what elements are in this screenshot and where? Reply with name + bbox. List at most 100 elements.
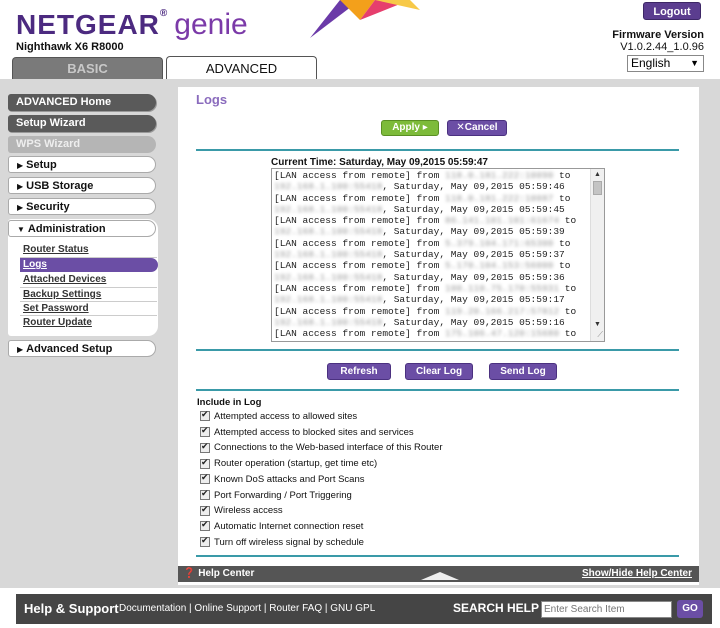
current-time: Current Time: Saturday, May 09,2015 05:5…: [271, 157, 488, 168]
log-suffix: to: [553, 192, 571, 204]
log-suffix: to: [553, 237, 571, 249]
checkbox[interactable]: [200, 441, 210, 453]
include-option[interactable]: Port Forwarding / Port Triggering: [200, 488, 352, 504]
sidebar-usb-storage[interactable]: ▶ USB Storage: [8, 177, 156, 194]
include-option[interactable]: Turn off wireless signal by schedule: [200, 535, 364, 551]
log-line: 192.168.1.100:55418, Saturday, May 09,20…: [274, 317, 590, 328]
link-gnu-gpl[interactable]: GNU GPL: [330, 603, 375, 614]
include-option[interactable]: Automatic Internet connection reset: [200, 519, 363, 535]
log-scrollbar[interactable]: ▲ ▼: [590, 169, 604, 341]
go-button[interactable]: GO: [677, 600, 703, 618]
cancel-button[interactable]: ✕Cancel: [447, 120, 507, 136]
checkbox[interactable]: [200, 488, 210, 500]
section-divider: [196, 389, 679, 391]
log-ip: 118.0.181.222:10087: [445, 192, 554, 204]
divider: [20, 287, 157, 288]
triangle-right-icon: ▶: [17, 182, 24, 191]
link-online-support[interactable]: Online Support: [194, 603, 261, 614]
log-ip: 175.106.47.120:15680: [445, 328, 560, 340]
log-line: [LAN access from remote] from 118.0.181.…: [274, 170, 590, 181]
sidebar-item-set-password[interactable]: Set Password: [23, 303, 89, 314]
include-option[interactable]: Wireless access: [200, 504, 283, 519]
show-hide-help-link[interactable]: Show/Hide Help Center: [582, 568, 692, 579]
send-log-button[interactable]: Send Log: [489, 363, 557, 380]
sidebar-administration[interactable]: ▼ Administration: [8, 220, 156, 237]
triangle-right-icon: ▶: [17, 345, 24, 354]
sidebar-advanced-home[interactable]: ADVANCED Home: [8, 94, 156, 111]
log-suffix: to: [559, 282, 577, 294]
log-suffix: , Saturday, May 09,2015 05:59:36: [382, 271, 565, 283]
help-toggle-arrow-icon[interactable]: [421, 572, 459, 580]
log-prefix: [LAN access from remote] from: [274, 170, 446, 181]
sidebar-wps-wizard[interactable]: WPS Wizard: [8, 136, 156, 153]
search-input[interactable]: [541, 601, 672, 618]
log-textarea[interactable]: [LAN access from remote] from 118.0.181.…: [271, 168, 605, 342]
log-ip: 100.110.75.170:55931: [445, 282, 560, 294]
log-line: 192.168.1.100:55418, Saturday, May 09,20…: [274, 204, 590, 215]
link-documentation[interactable]: Documentation: [119, 603, 186, 614]
apply-button[interactable]: Apply ▸: [381, 120, 439, 136]
refresh-button[interactable]: Refresh: [327, 363, 391, 380]
logout-button[interactable]: Logout: [643, 2, 701, 20]
sidebar-item-logs[interactable]: Logs: [23, 259, 47, 270]
router-model: Nighthawk X6 R8000: [16, 41, 124, 53]
include-option-label: Port Forwarding / Port Triggering: [214, 489, 352, 501]
log-line: [LAN access from remote] from 118.0.181.…: [274, 193, 590, 204]
sidebar-item-backup-settings[interactable]: Backup Settings: [23, 289, 101, 300]
include-option-label: Known DoS attacks and Port Scans: [214, 473, 365, 485]
log-suffix: , Saturday, May 09,2015 05:59:46: [382, 181, 565, 193]
log-suffix: to: [559, 305, 577, 317]
include-option[interactable]: Router operation (startup, get time etc): [200, 457, 377, 472]
log-prefix: [LAN access from remote] from: [274, 192, 446, 204]
log-line: [LAN access from remote] from 119.20.166…: [274, 306, 590, 317]
include-option[interactable]: Connections to the Web-based interface o…: [200, 441, 442, 456]
sidebar-item-router-status[interactable]: Router Status: [23, 244, 89, 255]
section-divider: [196, 555, 679, 557]
sidebar-usb-label: USB Storage: [26, 180, 94, 192]
log-line: 192.168.1.100:55418, Saturday, May 09,20…: [274, 294, 590, 305]
sidebar-item-router-update[interactable]: Router Update: [23, 317, 92, 328]
checkbox[interactable]: [200, 409, 210, 422]
checkbox[interactable]: [200, 472, 210, 485]
sidebar-security[interactable]: ▶ Security: [8, 198, 156, 215]
tab-basic[interactable]: BASIC: [12, 57, 163, 79]
sidebar-setup[interactable]: ▶ Setup: [8, 156, 156, 173]
search-help-label: SEARCH HELP: [453, 601, 540, 615]
brand-genie: genie: [174, 8, 248, 41]
link-router-faq[interactable]: Router FAQ: [269, 603, 322, 614]
language-select[interactable]: English ▼: [627, 55, 704, 72]
include-option[interactable]: Attempted access to blocked sites and se…: [200, 425, 414, 441]
tab-advanced[interactable]: ADVANCED: [166, 56, 317, 80]
log-suffix: , Saturday, May 09,2015 05:59:16: [382, 316, 565, 328]
sidebar-advanced-setup[interactable]: ▶ Advanced Setup: [8, 340, 156, 357]
log-ip: 86.141.101.101:61674: [445, 215, 560, 227]
divider: [20, 315, 157, 316]
help-center-link[interactable]: ❓ Help Center: [183, 568, 254, 579]
section-divider: [196, 149, 679, 151]
checkbox[interactable]: [200, 519, 210, 532]
checkbox[interactable]: [200, 425, 210, 438]
log-ip: 5.170.104.153:56000: [445, 260, 554, 272]
include-option[interactable]: Attempted access to allowed sites: [200, 409, 357, 425]
footer-links: Documentation | Online Support | Router …: [119, 603, 376, 614]
language-value: English: [631, 56, 671, 70]
log-suffix: to: [553, 260, 571, 272]
resize-grip-icon[interactable]: ⟋: [597, 330, 603, 340]
log-suffix: to: [559, 328, 577, 340]
checkbox[interactable]: [200, 535, 210, 548]
include-option-label: Turn off wireless signal by schedule: [214, 536, 364, 548]
help-icon: ❓: [183, 568, 196, 579]
scroll-up-icon[interactable]: ▲: [591, 169, 604, 181]
checkbox[interactable]: [200, 457, 210, 469]
sidebar-setup-wizard[interactable]: Setup Wizard: [8, 115, 156, 132]
checkbox[interactable]: [200, 504, 210, 516]
log-ip: 192.168.1.100:55418: [274, 226, 383, 238]
scroll-thumb[interactable]: [593, 181, 602, 195]
log-suffix: , Saturday, May 09,2015 05:59:39: [382, 226, 565, 238]
log-prefix: [LAN access from remote] from: [274, 282, 446, 294]
clear-log-button[interactable]: Clear Log: [405, 363, 473, 380]
log-ip: 192.168.1.100:55418: [274, 249, 383, 261]
include-option[interactable]: Known DoS attacks and Port Scans: [200, 472, 365, 488]
log-prefix: [LAN access from remote] from: [274, 328, 446, 340]
sidebar-item-attached-devices[interactable]: Attached Devices: [23, 274, 106, 285]
